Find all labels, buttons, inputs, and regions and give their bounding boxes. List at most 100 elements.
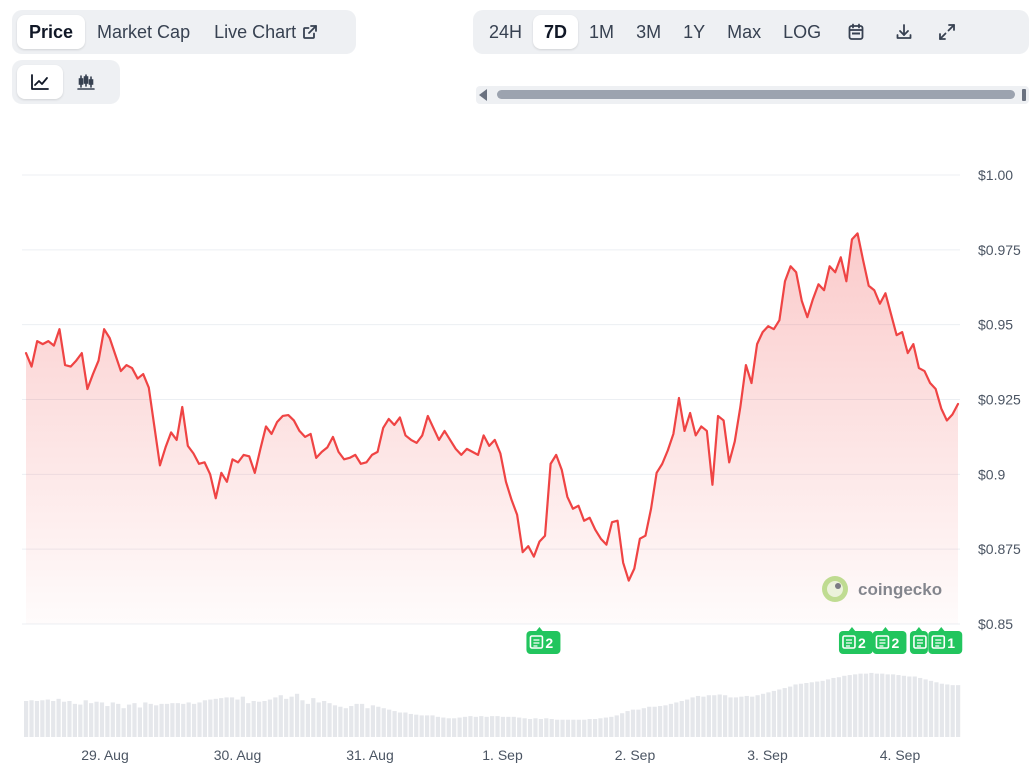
volume-bar xyxy=(414,714,419,737)
volume-bar xyxy=(555,719,560,737)
volume-bar xyxy=(506,716,511,737)
volume-bar xyxy=(804,683,809,737)
x-tick-label: 31. Aug xyxy=(346,747,394,763)
volume-bar xyxy=(83,700,88,737)
volume-bar xyxy=(359,703,365,737)
volume-bar xyxy=(842,675,847,737)
volume-bar xyxy=(766,692,771,737)
volume-bar xyxy=(105,706,110,737)
volume-bar xyxy=(419,715,424,737)
volume-bar xyxy=(901,675,907,737)
volume-bar xyxy=(45,699,50,737)
volume-bar xyxy=(495,716,500,737)
news-marker-badge xyxy=(872,631,907,654)
volume-bar xyxy=(674,702,679,737)
volume-bar xyxy=(760,693,766,737)
volume-bar xyxy=(923,679,928,737)
volume-bar xyxy=(858,673,863,737)
volume-bar xyxy=(620,713,625,737)
news-marker-badge xyxy=(838,631,873,654)
volume-bar xyxy=(392,711,397,737)
volume-bar xyxy=(560,719,565,737)
volume-bars xyxy=(24,672,961,737)
volume-bar xyxy=(246,703,251,737)
volume-bar xyxy=(549,719,554,737)
volume-bar xyxy=(603,717,609,737)
volume-bar xyxy=(278,695,283,737)
volume-bar xyxy=(56,698,61,737)
volume-bar xyxy=(229,697,235,737)
volume-bar xyxy=(403,712,408,737)
volume-bar xyxy=(257,701,262,737)
volume-bar xyxy=(820,680,825,737)
volume-bar xyxy=(186,702,191,737)
volume-bar xyxy=(798,683,804,737)
volume-bar xyxy=(89,703,94,737)
y-axis: $1.00 $0.975 $0.95 $0.925 $0.9 $0.875 $0.85 xyxy=(978,167,1021,632)
volume-bar xyxy=(170,703,175,737)
volume-bar xyxy=(874,673,879,737)
volume-bar xyxy=(51,701,56,737)
price-chart: $1.00 $0.975 $0.95 $0.925 $0.9 $0.875 $0.85 29… xyxy=(22,167,1021,763)
volume-bar xyxy=(695,695,701,737)
volume-bar xyxy=(685,699,690,737)
volume-bar xyxy=(202,700,208,737)
news-marker[interactable]: 2 xyxy=(526,627,561,654)
news-marker[interactable]: 2 xyxy=(872,627,907,654)
news-marker-count: 1 xyxy=(947,635,955,651)
volume-bar xyxy=(863,673,869,737)
news-marker[interactable] xyxy=(909,627,928,654)
volume-bar xyxy=(332,705,338,737)
volume-bar xyxy=(387,709,392,737)
volume-bar xyxy=(40,700,45,737)
volume-bar xyxy=(847,675,852,737)
volume-bar xyxy=(934,682,939,737)
volume-bar xyxy=(338,706,343,737)
volume-bar xyxy=(137,707,143,737)
volume-bar xyxy=(739,696,744,737)
volume-bar xyxy=(663,705,668,737)
volume-bar xyxy=(771,690,776,737)
volume-bar xyxy=(641,708,646,737)
volume-bar xyxy=(235,699,240,737)
volume-bar xyxy=(29,700,34,737)
volume-bar xyxy=(376,706,381,737)
volume-bar xyxy=(365,708,370,737)
coingecko-logo-inner xyxy=(827,581,843,597)
volume-bar xyxy=(208,699,213,737)
volume-bar xyxy=(213,698,218,737)
volume-bar xyxy=(99,702,105,737)
price-area xyxy=(26,233,958,624)
volume-bar xyxy=(154,705,159,737)
x-tick-label: 1. Sep xyxy=(482,747,523,763)
volume-bar xyxy=(625,711,630,737)
volume-bar xyxy=(782,688,787,737)
volume-bar xyxy=(728,697,733,737)
volume-bar xyxy=(370,705,376,737)
volume-bar xyxy=(110,702,115,737)
volume-bar xyxy=(609,716,614,737)
volume-bar xyxy=(918,677,923,737)
volume-bar xyxy=(701,696,706,737)
x-tick-label: 3. Sep xyxy=(747,747,788,763)
volume-bar xyxy=(777,689,782,737)
volume-bar xyxy=(544,718,549,737)
volume-bar xyxy=(164,703,170,737)
volume-bar xyxy=(446,718,451,737)
news-marker[interactable]: 1 xyxy=(928,627,963,654)
volume-bar xyxy=(896,675,901,737)
volume-bar xyxy=(191,703,197,737)
volume-bar xyxy=(571,719,576,737)
volume-bar xyxy=(284,698,289,737)
volume-bar xyxy=(592,719,598,737)
volume-bar xyxy=(34,701,40,737)
volume-bar xyxy=(939,683,944,737)
news-marker[interactable]: 2 xyxy=(838,627,873,654)
volume-bar xyxy=(853,674,858,737)
volume-bar xyxy=(354,703,359,737)
volume-bar xyxy=(289,696,294,737)
volume-bar xyxy=(907,676,912,737)
volume-bar xyxy=(706,695,711,737)
volume-bar xyxy=(668,703,674,737)
volume-bar xyxy=(452,718,457,737)
